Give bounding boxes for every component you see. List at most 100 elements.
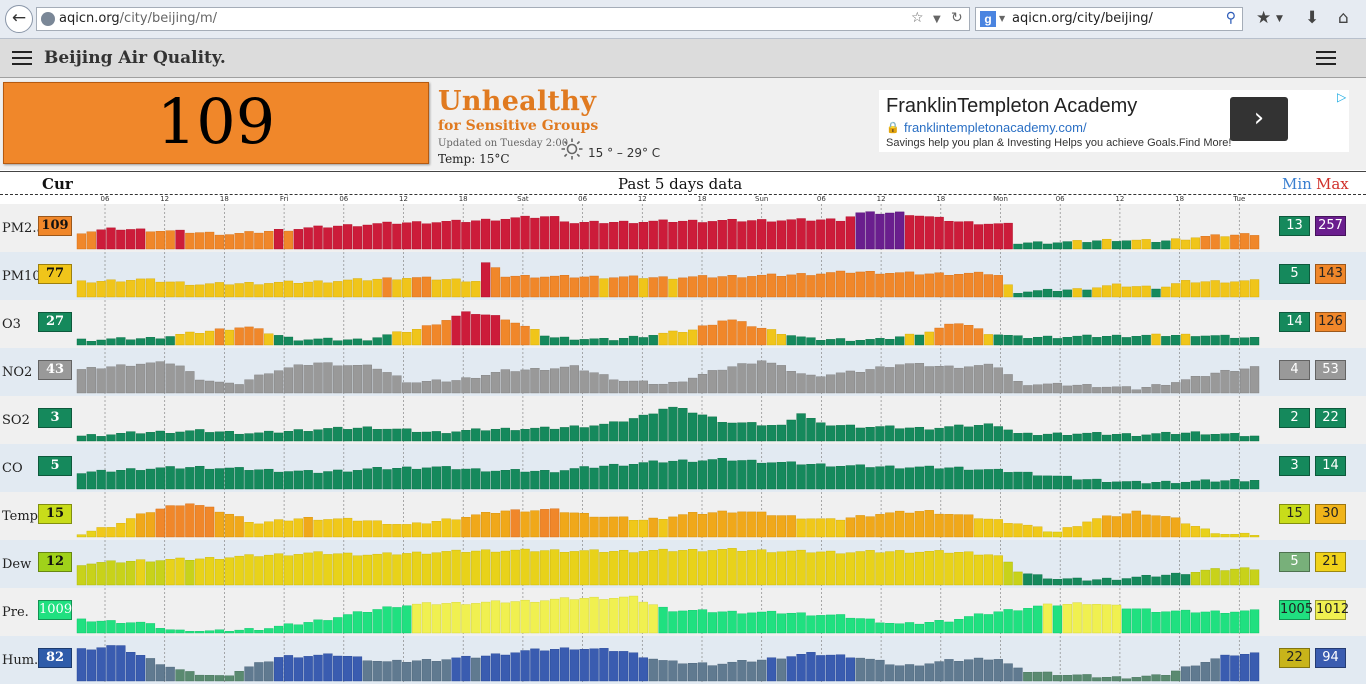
chart-bar <box>175 505 185 538</box>
chart-bar <box>224 431 234 442</box>
max-value-badge: 257 <box>1315 216 1346 236</box>
chart-bar <box>1220 534 1230 538</box>
chart-bar <box>1082 334 1092 346</box>
chart-bar <box>461 311 471 346</box>
chart-bar <box>688 663 698 682</box>
chart-bar <box>796 373 806 394</box>
chart-bar <box>727 366 737 394</box>
chart-bar <box>599 516 609 538</box>
chart-bar <box>421 467 432 490</box>
chart-bar <box>835 270 846 298</box>
adchoices-icon[interactable]: ▷ <box>1337 90 1346 104</box>
chart-bar <box>451 431 461 442</box>
back-button[interactable]: ← <box>5 5 33 33</box>
chart-bar <box>1072 577 1082 586</box>
chart-bar <box>1003 609 1013 634</box>
search-input[interactable]: aqicn.org/city/beijing/ <box>1012 11 1153 26</box>
chart-bar <box>293 340 303 346</box>
chart-bar <box>737 660 747 682</box>
chevron-down-icon[interactable]: ▼ <box>933 14 941 25</box>
chart-bar <box>471 314 481 346</box>
chart-bar <box>579 370 589 394</box>
chart-bar <box>993 519 1003 538</box>
menu-right-icon[interactable] <box>1316 51 1336 65</box>
max-value-badge: 1012 <box>1315 600 1349 620</box>
chart-bar <box>944 365 954 394</box>
chart-bar <box>973 518 984 538</box>
chart-bar <box>1220 613 1230 634</box>
chart-bar <box>904 467 915 490</box>
chart-bar <box>806 518 816 538</box>
chart-bar <box>707 221 717 250</box>
menu-icon[interactable] <box>12 51 32 65</box>
chart-bar <box>342 552 353 586</box>
chart-bar <box>835 519 846 538</box>
chart-bar <box>1072 479 1082 490</box>
chart-bar <box>1131 576 1141 586</box>
chart-bar <box>195 674 205 682</box>
chart-bar <box>106 645 116 682</box>
chart-bar <box>796 336 806 346</box>
search-engine-icon[interactable]: g <box>980 11 996 27</box>
chart-bar <box>195 631 205 634</box>
chart-bar <box>1092 579 1102 586</box>
chart-bar <box>411 329 422 346</box>
chart-bar <box>293 470 303 490</box>
engine-dropdown-icon[interactable]: ▼ <box>999 14 1005 23</box>
chart-bar <box>678 408 688 442</box>
chart-bar <box>1042 531 1053 538</box>
chart-bar <box>1013 471 1023 490</box>
pollutant-chart <box>76 300 1260 348</box>
chart-bar <box>313 472 323 490</box>
bookmarks-icon[interactable]: ★ <box>1256 8 1271 28</box>
chart-bar <box>451 219 461 250</box>
chart-bar <box>352 656 363 682</box>
chart-bar <box>1033 475 1043 490</box>
min-value-badge: 5 <box>1279 264 1310 284</box>
chart-bar <box>1151 384 1161 394</box>
chart-bar <box>855 618 865 634</box>
chart-bar <box>885 512 895 538</box>
ad-title[interactable]: FranklinTempleton Academy <box>886 95 1137 118</box>
chart-bar <box>766 329 777 346</box>
chart-bar <box>1180 609 1191 634</box>
chart-bar <box>530 648 540 682</box>
chart-bar <box>816 273 826 298</box>
chart-bar <box>944 467 954 490</box>
star-icon[interactable]: ☆ <box>911 10 924 26</box>
chart-bar <box>895 211 905 250</box>
download-icon[interactable]: ⬇ <box>1305 8 1319 28</box>
chart-bar <box>914 426 925 442</box>
chart-bar <box>451 549 461 586</box>
chart-bar <box>86 341 96 346</box>
chart-bar <box>1042 475 1053 490</box>
chart-bar <box>875 273 885 298</box>
search-icon[interactable]: ⚲ <box>1226 10 1236 26</box>
chart-bar <box>845 216 856 250</box>
current-column-label: Cur <box>42 175 73 193</box>
chart-bar <box>214 328 225 346</box>
ad-banner[interactable]: FranklinTempleton Academy 🔒 franklintemp… <box>879 90 1349 152</box>
bookmarks-dropdown-icon[interactable]: ▼ <box>1276 14 1283 24</box>
chart-bar <box>520 599 530 634</box>
chart-bar <box>155 231 165 250</box>
chart-bar <box>1013 667 1023 682</box>
ad-arrow-button[interactable]: › <box>1230 97 1288 141</box>
ad-url[interactable]: franklintempletonacademy.com/ <box>904 120 1087 135</box>
chart-bar <box>1240 610 1250 634</box>
address-bar[interactable]: aqicn.org/city/beijing/m/ ☆ ▼ ↻ <box>36 7 970 31</box>
reload-icon[interactable]: ↻ <box>951 10 963 26</box>
chart-bar <box>1052 531 1063 538</box>
chart-bar <box>964 221 974 250</box>
chart-bar <box>185 631 195 634</box>
chart-bar <box>668 660 678 682</box>
chart-bar <box>697 662 708 682</box>
search-bar[interactable]: g ▼ aqicn.org/city/beijing/ ⚲ <box>975 7 1243 31</box>
chart-bar <box>431 324 441 346</box>
chart-bar <box>195 333 205 346</box>
chart-bar <box>648 658 658 682</box>
home-icon[interactable]: ⌂ <box>1338 8 1349 28</box>
chart-bar <box>638 601 648 634</box>
chart-bar <box>904 512 915 538</box>
min-column-label: Min <box>1282 175 1312 193</box>
